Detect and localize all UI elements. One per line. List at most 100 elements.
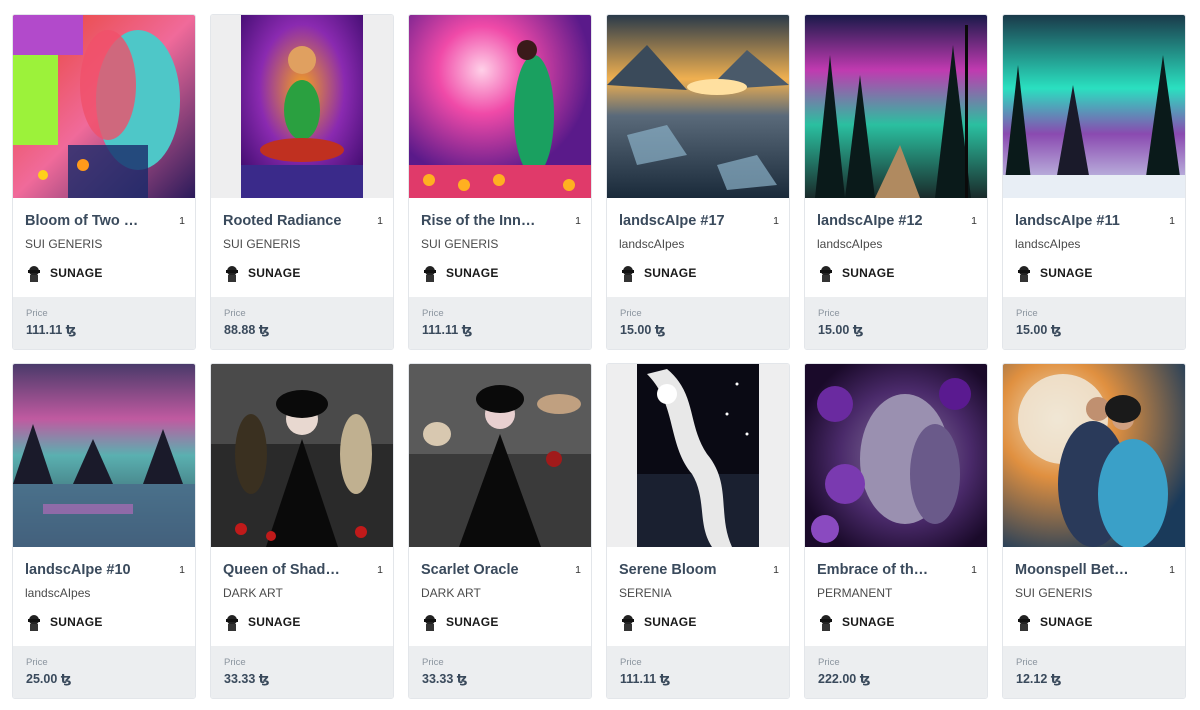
artwork-title[interactable]: landscAIpe #11: [1015, 213, 1135, 229]
artwork-card[interactable]: landscAIpe #17 1 landscAIpes SUNAGE Pric…: [606, 14, 790, 350]
artwork-title[interactable]: Rooted Radiance: [223, 213, 343, 229]
creator[interactable]: SUNAGE: [25, 264, 103, 282]
edition-count: 1: [377, 564, 383, 576]
avatar: [223, 613, 241, 631]
creator[interactable]: SUNAGE: [223, 613, 301, 631]
artwork-title[interactable]: Embrace of th…: [817, 562, 937, 578]
artwork-thumbnail[interactable]: [607, 15, 789, 198]
price-value: 15.00 ꜩ: [818, 323, 864, 337]
artwork-card[interactable]: Scarlet Oracle 1 DARK ART SUNAGE Price 3…: [408, 363, 592, 699]
creator[interactable]: SUNAGE: [619, 264, 697, 282]
price-value: 33.33 ꜩ: [224, 672, 270, 686]
creator[interactable]: SUNAGE: [1015, 613, 1093, 631]
artwork-title[interactable]: Queen of Shad…: [223, 562, 343, 578]
artwork-card[interactable]: Bloom of Two … 1 SUI GENERIS SUNAGE Pric…: [12, 14, 196, 350]
artwork-title[interactable]: landscAIpe #10: [25, 562, 145, 578]
artwork-card[interactable]: Rooted Radiance 1 SUI GENERIS SUNAGE Pri…: [210, 14, 394, 350]
edition-count: 1: [575, 215, 581, 227]
price-value: 33.33 ꜩ: [422, 672, 468, 686]
artwork-thumbnail[interactable]: [13, 364, 195, 547]
artwork-card[interactable]: Moonspell Bet… 1 SUI GENERIS SUNAGE Pric…: [1002, 363, 1186, 699]
artwork-thumbnail[interactable]: [1003, 364, 1185, 547]
creator[interactable]: SUNAGE: [223, 264, 301, 282]
price-value: 111.11 ꜩ: [620, 672, 671, 686]
artwork-thumbnail[interactable]: [409, 364, 591, 547]
collection-name[interactable]: DARK ART: [223, 586, 283, 600]
artwork-title[interactable]: Moonspell Bet…: [1015, 562, 1135, 578]
collection-name[interactable]: SUI GENERIS: [223, 237, 300, 251]
artwork-card[interactable]: Rise of the Inn… 1 SUI GENERIS SUNAGE Pr…: [408, 14, 592, 350]
price-value: 15.00 ꜩ: [1016, 323, 1062, 337]
avatar: [817, 264, 835, 282]
creator[interactable]: SUNAGE: [25, 613, 103, 631]
avatar: [421, 264, 439, 282]
price-label: Price: [26, 657, 48, 668]
artwork-thumbnail[interactable]: [607, 364, 789, 547]
edition-count: 1: [1169, 564, 1175, 576]
price-label: Price: [1016, 308, 1038, 319]
price-label: Price: [620, 657, 642, 668]
artwork-card[interactable]: landscAIpe #12 1 landscAIpes SUNAGE Pric…: [804, 14, 988, 350]
avatar: [223, 264, 241, 282]
creator[interactable]: SUNAGE: [817, 264, 895, 282]
creator[interactable]: SUNAGE: [421, 613, 499, 631]
collection-name[interactable]: landscAIpes: [619, 237, 684, 251]
artwork-thumbnail[interactable]: [409, 15, 591, 198]
collection-name[interactable]: PERMANENT: [817, 586, 892, 600]
price-value: 25.00 ꜩ: [26, 672, 72, 686]
collection-name[interactable]: SUI GENERIS: [25, 237, 102, 251]
artwork-card[interactable]: Embrace of th… 1 PERMANENT SUNAGE Price …: [804, 363, 988, 699]
artwork-thumbnail[interactable]: [211, 364, 393, 547]
artwork-card[interactable]: Serene Bloom 1 SERENIA SUNAGE Price 111.…: [606, 363, 790, 699]
artwork-title[interactable]: Scarlet Oracle: [421, 562, 541, 578]
avatar: [619, 613, 637, 631]
avatar: [421, 613, 439, 631]
price-value: 12.12 ꜩ: [1016, 672, 1062, 686]
artwork-thumbnail[interactable]: [13, 15, 195, 198]
artwork-title[interactable]: Rise of the Inn…: [421, 213, 541, 229]
price-box: Price 88.88 ꜩ: [211, 297, 393, 349]
collection-name[interactable]: landscAIpes: [25, 586, 90, 600]
price-label: Price: [224, 308, 246, 319]
collection-name[interactable]: DARK ART: [421, 586, 481, 600]
edition-count: 1: [971, 215, 977, 227]
creator[interactable]: SUNAGE: [817, 613, 895, 631]
price-label: Price: [26, 308, 48, 319]
artwork-thumbnail[interactable]: [805, 15, 987, 198]
collection-name[interactable]: SERENIA: [619, 586, 672, 600]
artwork-thumbnail[interactable]: [211, 15, 393, 198]
price-value: 222.00 ꜩ: [818, 672, 871, 686]
artwork-title[interactable]: landscAIpe #12: [817, 213, 937, 229]
artwork-thumbnail[interactable]: [1003, 15, 1185, 198]
edition-count: 1: [377, 215, 383, 227]
artwork-grid: Bloom of Two … 1 SUI GENERIS SUNAGE Pric…: [12, 14, 1186, 699]
artwork-thumbnail[interactable]: [805, 364, 987, 547]
collection-name[interactable]: SUI GENERIS: [1015, 586, 1092, 600]
price-label: Price: [422, 308, 444, 319]
avatar: [25, 264, 43, 282]
creator[interactable]: SUNAGE: [619, 613, 697, 631]
price-box: Price 15.00 ꜩ: [805, 297, 987, 349]
artwork-title[interactable]: landscAIpe #17: [619, 213, 739, 229]
edition-count: 1: [179, 564, 185, 576]
avatar: [619, 264, 637, 282]
price-box: Price 111.11 ꜩ: [13, 297, 195, 349]
price-label: Price: [620, 308, 642, 319]
collection-name[interactable]: SUI GENERIS: [421, 237, 498, 251]
price-label: Price: [224, 657, 246, 668]
price-box: Price 12.12 ꜩ: [1003, 646, 1185, 698]
price-box: Price 15.00 ꜩ: [607, 297, 789, 349]
artwork-title[interactable]: Bloom of Two …: [25, 213, 145, 229]
price-box: Price 111.11 ꜩ: [409, 297, 591, 349]
collection-name[interactable]: landscAIpes: [1015, 237, 1080, 251]
creator-name: SUNAGE: [842, 615, 895, 629]
price-value: 111.11 ꜩ: [422, 323, 473, 337]
artwork-card[interactable]: Queen of Shad… 1 DARK ART SUNAGE Price 3…: [210, 363, 394, 699]
collection-name[interactable]: landscAIpes: [817, 237, 882, 251]
creator[interactable]: SUNAGE: [1015, 264, 1093, 282]
artwork-title[interactable]: Serene Bloom: [619, 562, 739, 578]
artwork-card[interactable]: landscAIpe #11 1 landscAIpes SUNAGE Pric…: [1002, 14, 1186, 350]
creator[interactable]: SUNAGE: [421, 264, 499, 282]
artwork-card[interactable]: landscAIpe #10 1 landscAIpes SUNAGE Pric…: [12, 363, 196, 699]
creator-name: SUNAGE: [446, 266, 499, 280]
